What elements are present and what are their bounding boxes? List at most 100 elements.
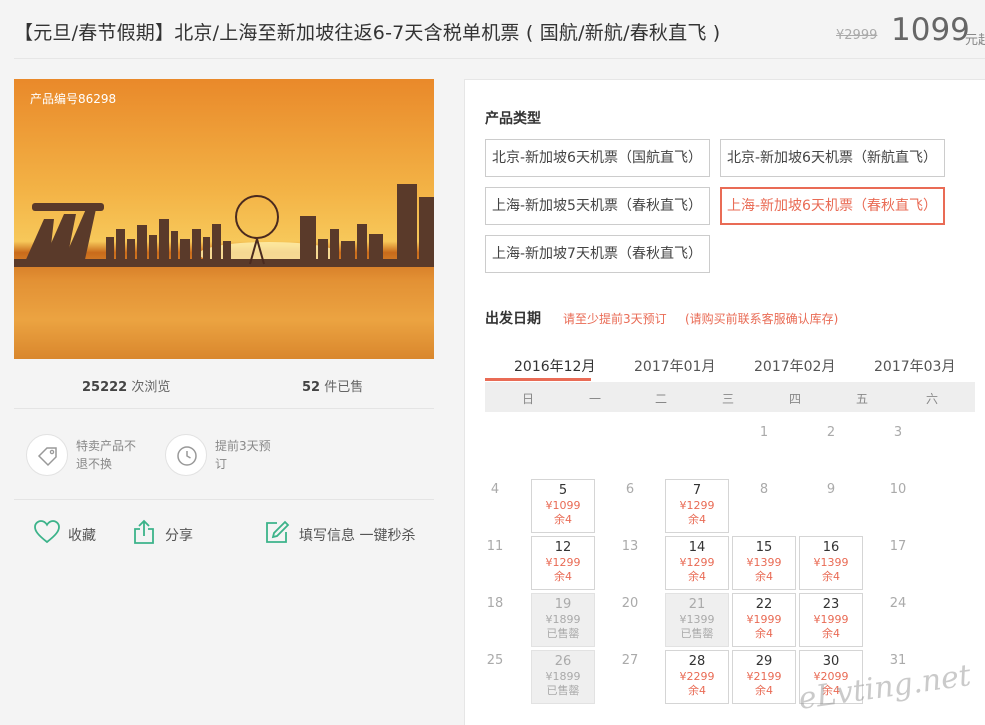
calendar-day-number: 30 — [822, 654, 840, 669]
calendar-day-number: 3 — [893, 425, 903, 440]
favorite-button[interactable]: 收藏 — [33, 518, 103, 548]
calendar-day-number: 1 — [759, 425, 769, 440]
month-tab-2017-01[interactable]: 2017年01月 — [634, 356, 715, 376]
weekday-label: 一 — [588, 392, 601, 406]
feature-advance-booking: 提前3天预 订 — [165, 434, 285, 478]
calendar-day-number: 23 — [822, 597, 840, 612]
calendar-day-stock: 余4 — [822, 627, 840, 640]
product-title: 【元旦/春节假期】北京/上海至新加坡往返6-7天含税单机票 ( 国航/新航/春秋… — [14, 22, 721, 44]
share-label: 分享 — [165, 528, 193, 544]
calendar-day-number: 19 — [554, 597, 572, 612]
calendar-day-number: 21 — [688, 597, 706, 612]
product-option-3[interactable]: 上海-新加坡5天机票（春秋直飞） — [485, 187, 710, 225]
calendar-day-soldout: 19 ¥1899 已售罄 — [531, 593, 595, 647]
calendar-day-price: ¥1299 — [679, 499, 715, 512]
calendar-day-stock: 已售罄 — [546, 684, 580, 697]
weekday-header: 日 一 二 三 四 五 六 — [485, 382, 975, 412]
calendar-day-available[interactable]: 29 ¥2199 余4 — [732, 650, 796, 704]
original-price: ¥2999 — [836, 28, 878, 43]
calendar-day-available[interactable]: 16 ¥1399 余4 — [799, 536, 863, 590]
product-option-1[interactable]: 北京-新加坡6天机票（国航直飞） — [485, 139, 710, 177]
calendar-day: 6 — [598, 479, 662, 533]
calendar-day: 18 — [463, 593, 527, 647]
calendar-day-number: 6 — [625, 482, 635, 497]
calendar-day-stock: 余4 — [755, 684, 773, 697]
calendar-day-available[interactable]: 7 ¥1299 余4 — [665, 479, 729, 533]
calendar-day: 2 — [799, 422, 863, 476]
calendar-day-stock: 余4 — [688, 684, 706, 697]
calendar-day: 10 — [866, 479, 930, 533]
calendar-day: 24 — [866, 593, 930, 647]
calendar-day-price: ¥1899 — [545, 670, 581, 683]
calendar-day-number: 13 — [621, 539, 639, 554]
sold-count: 52 件已售 — [302, 376, 363, 395]
edit-icon — [266, 520, 290, 543]
calendar-day-available[interactable]: 22 ¥1999 余4 — [732, 593, 796, 647]
month-tab-2017-03[interactable]: 2017年03月 — [874, 356, 955, 376]
weekday-label: 三 — [721, 392, 734, 406]
stats-divider — [14, 408, 434, 409]
calendar-day-number: 8 — [759, 482, 769, 497]
calendar-day: 17 — [866, 536, 930, 590]
calendar-day-stock: 已售罄 — [546, 627, 580, 640]
calendar-day-number: 12 — [554, 540, 572, 555]
feature-no-refund-text: 特卖产品不 退不换 — [76, 439, 137, 471]
calendar-day-number: 2 — [826, 425, 836, 440]
calendar-day-stock: 已售罄 — [680, 627, 714, 640]
calendar-day-number: 29 — [755, 654, 773, 669]
calendar-day-available[interactable]: 23 ¥1999 余4 — [799, 593, 863, 647]
product-option-5[interactable]: 上海-新加坡7天机票（春秋直飞） — [485, 235, 710, 273]
calendar-day-number: 16 — [822, 540, 840, 555]
fill-info-button[interactable]: 填写信息 一键秒杀 — [264, 518, 424, 548]
calendar-day-number: 9 — [826, 482, 836, 497]
product-header: 【元旦/春节假期】北京/上海至新加坡往返6-7天含税单机票 ( 国航/新航/春秋… — [0, 0, 985, 60]
booking-panel: 产品类型 北京-新加坡6天机票（国航直飞） 北京-新加坡6天机票（新航直飞） 上… — [464, 79, 985, 725]
current-price: 1099 — [891, 12, 970, 48]
product-option-4-selected[interactable]: 上海-新加坡6天机票（春秋直飞） — [720, 187, 945, 225]
calendar-day-number: 22 — [755, 597, 773, 612]
calendar-day: 20 — [598, 593, 662, 647]
view-count: 25222 次浏览 — [82, 376, 170, 395]
calendar-day-available[interactable]: 15 ¥1399 余4 — [732, 536, 796, 590]
calendar-day-price: ¥2199 — [746, 670, 782, 683]
calendar-day: 3 — [866, 422, 930, 476]
calendar-day-available[interactable]: 14 ¥1299 余4 — [665, 536, 729, 590]
calendar-day-price: ¥1399 — [679, 613, 715, 626]
calendar-day: 1 — [732, 422, 796, 476]
tag-icon — [26, 434, 68, 476]
calendar-day-stock: 余4 — [755, 627, 773, 640]
calendar-day-price: ¥1299 — [679, 556, 715, 569]
calendar-day-stock: 余4 — [755, 570, 773, 583]
features-divider — [14, 499, 434, 500]
month-tab-2016-12[interactable]: 2016年12月 — [514, 356, 595, 376]
calendar-day-number: 15 — [755, 540, 773, 555]
calendar-day-available[interactable]: 12 ¥1299 余4 — [531, 536, 595, 590]
advance-notice: 请至少提前3天预订 — [563, 312, 667, 326]
weekday-label: 六 — [925, 392, 938, 406]
active-month-indicator — [485, 378, 591, 381]
calendar-day-price: ¥2299 — [679, 670, 715, 683]
calendar-day: 9 — [799, 479, 863, 533]
share-button[interactable]: 分享 — [131, 518, 201, 548]
month-tab-2017-02[interactable]: 2017年02月 — [754, 356, 835, 376]
calendar-day-price: ¥1399 — [746, 556, 782, 569]
product-number: 产品编号86298 — [30, 92, 117, 106]
weekday-label: 五 — [855, 392, 868, 406]
view-count-label: 次浏览 — [131, 380, 171, 395]
feature-no-refund: 特卖产品不 退不换 — [26, 434, 146, 478]
product-option-2[interactable]: 北京-新加坡6天机票（新航直飞） — [720, 139, 945, 177]
calendar-day-stock: 余4 — [688, 513, 706, 526]
calendar-day-number: 17 — [889, 539, 907, 554]
calendar-day-available[interactable]: 28 ¥2299 余4 — [665, 650, 729, 704]
calendar-day-number: 25 — [486, 653, 504, 668]
departure-date-title: 出发日期 — [485, 311, 541, 327]
calendar-day-soldout: 26 ¥1899 已售罄 — [531, 650, 595, 704]
calendar-day-number: 7 — [692, 483, 702, 498]
calendar-day-number: 18 — [486, 596, 504, 611]
calendar-day-price: ¥1999 — [746, 613, 782, 626]
calendar-day-number: 14 — [688, 540, 706, 555]
clock-icon — [165, 434, 207, 476]
calendar-day-number: 10 — [889, 482, 907, 497]
calendar-day-number: 24 — [889, 596, 907, 611]
calendar-day-available[interactable]: 5 ¥1099 余4 — [531, 479, 595, 533]
